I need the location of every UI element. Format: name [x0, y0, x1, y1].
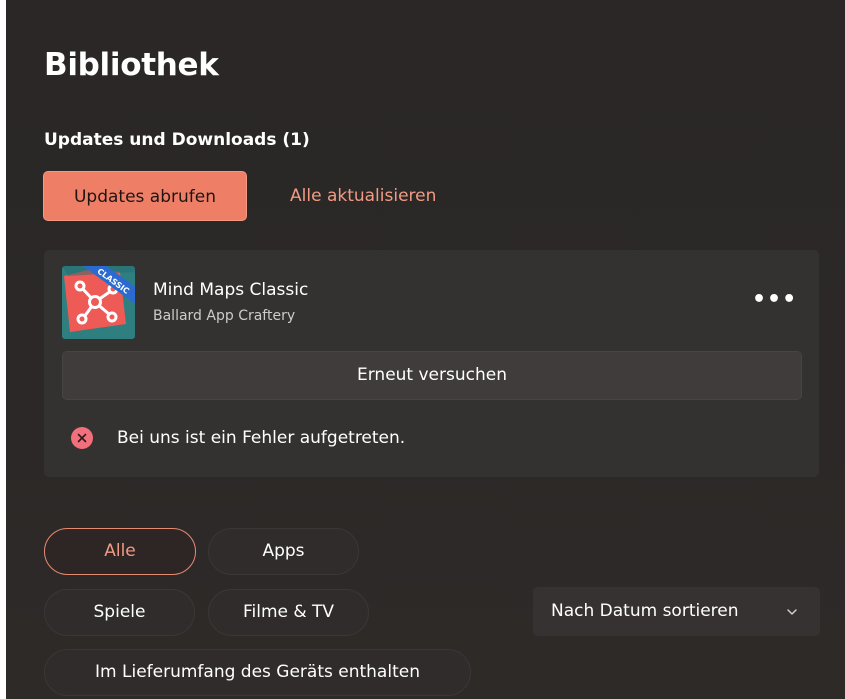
app-name: Mind Maps Classic — [153, 280, 309, 300]
app-update-card: CLASSIC Mind Maps Classic Ballard App Cr… — [44, 250, 819, 477]
sort-dropdown[interactable]: Nach Datum sortieren — [533, 587, 820, 636]
mind-maps-app-icon: CLASSIC — [62, 266, 135, 339]
filter-games[interactable]: Spiele — [44, 589, 195, 636]
app-publisher: Ballard App Craftery — [153, 308, 296, 324]
page-title: Bibliothek — [44, 47, 219, 83]
filter-included-with-device[interactable]: Im Lieferumfang des Geräts enthalten — [44, 649, 471, 696]
filter-all[interactable]: Alle — [44, 528, 196, 575]
chevron-down-icon — [787, 609, 797, 615]
more-options-button[interactable]: ••• — [752, 288, 796, 318]
error-message: Bei uns ist ein Fehler aufgetreten. — [117, 428, 406, 448]
more-horizontal-icon: ••• — [752, 287, 798, 312]
get-updates-button[interactable]: Updates abrufen — [43, 171, 247, 221]
updates-section-title: Updates und Downloads (1) — [44, 130, 310, 150]
error-circle-icon — [71, 427, 93, 449]
filter-apps[interactable]: Apps — [208, 528, 359, 575]
sort-label: Nach Datum sortieren — [551, 601, 739, 621]
filter-movies-tv[interactable]: Filme & TV — [208, 589, 369, 636]
update-all-button[interactable]: Alle aktualisieren — [286, 171, 440, 221]
library-window: Bibliothek Updates und Downloads (1) Upd… — [6, 0, 845, 699]
retry-button[interactable]: Erneut versuchen — [62, 351, 802, 400]
